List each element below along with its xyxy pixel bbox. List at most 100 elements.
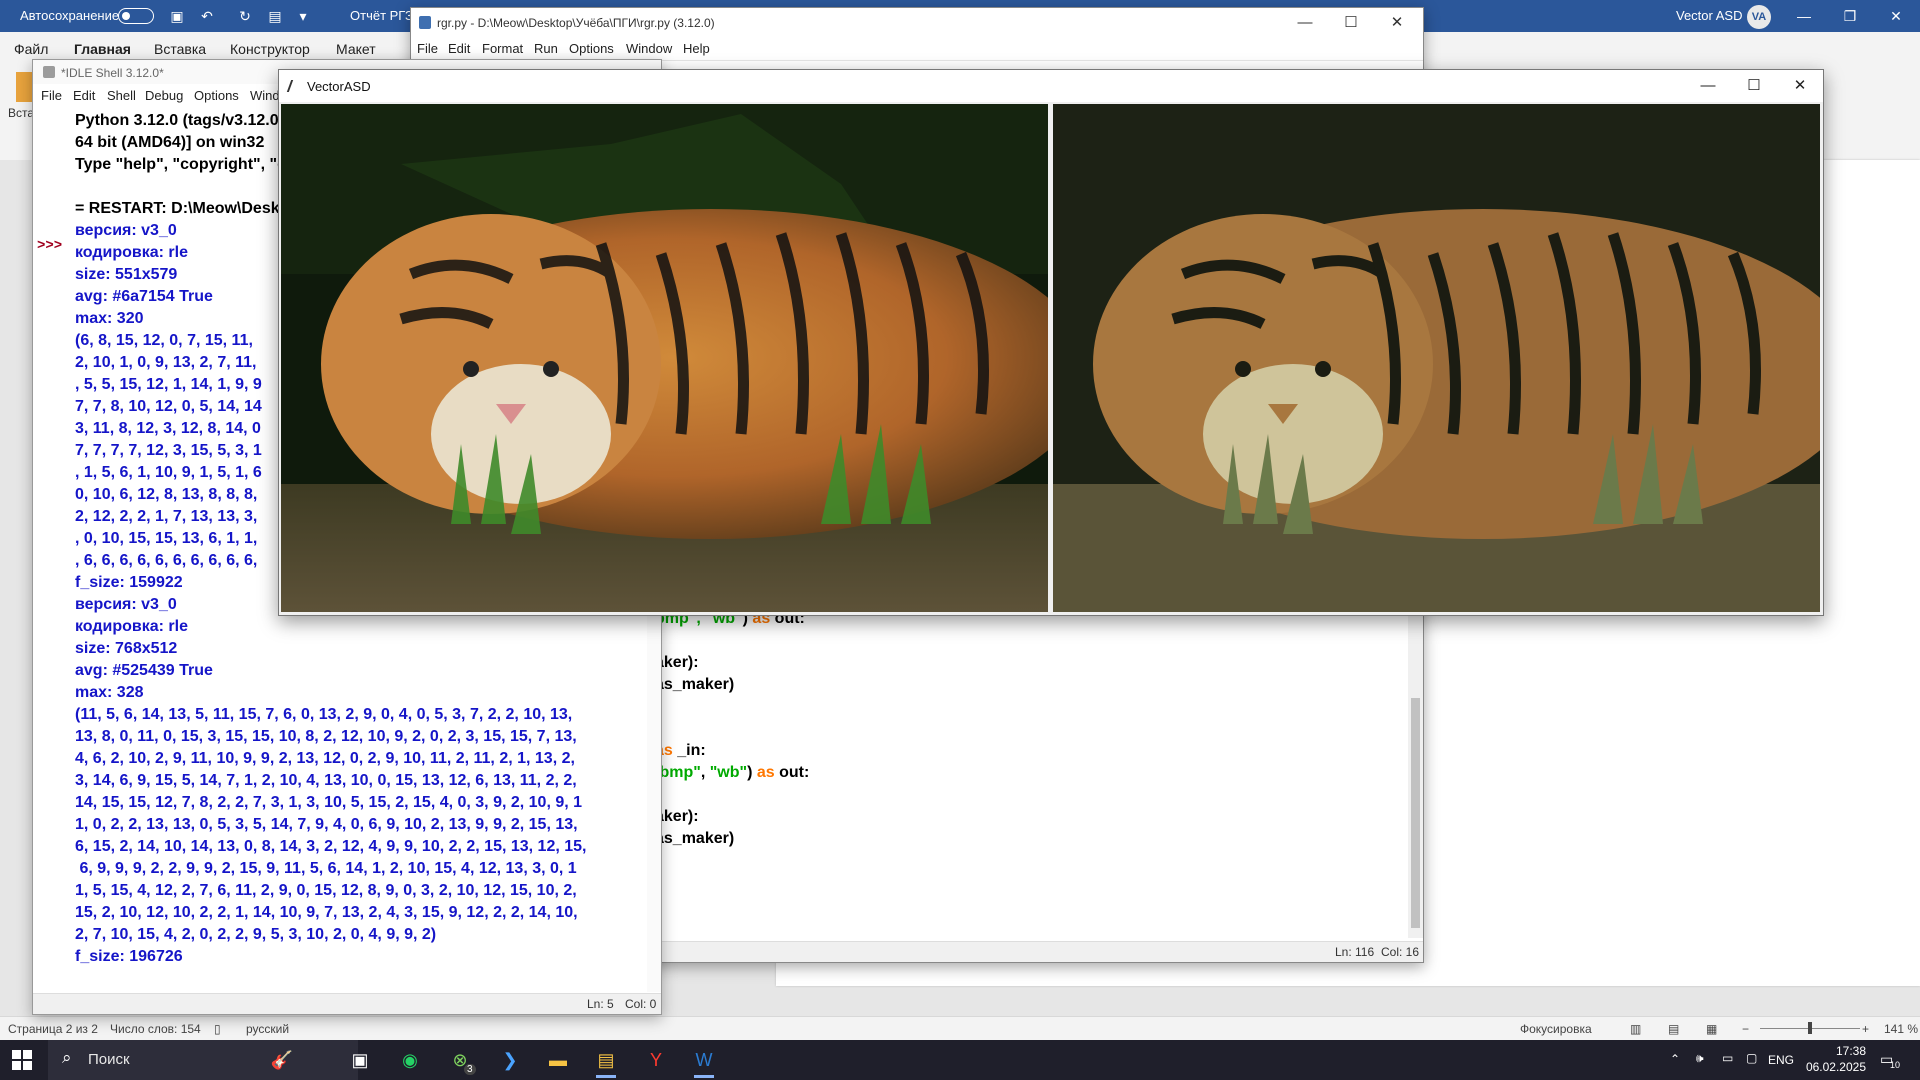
volume-icon[interactable]: 🕪 — [1696, 1051, 1704, 1066]
search-label: Поиск — [88, 1051, 130, 1068]
tab-file[interactable]: Файл — [14, 41, 48, 57]
web-layout-icon[interactable]: ▦ — [1706, 1022, 1717, 1036]
search-highlight-icon[interactable]: 🎸 — [262, 1044, 302, 1076]
zoom-slider-thumb[interactable] — [1808, 1022, 1812, 1034]
save-icon[interactable]: ▣ — [168, 7, 186, 25]
menu-edit[interactable]: Edit — [448, 41, 470, 56]
code-line: as_maker) — [655, 830, 735, 847]
zoom-in-icon[interactable]: + — [1862, 1022, 1869, 1036]
notification-count: 10 — [1890, 1060, 1901, 1070]
proofing-icon[interactable]: ▯ — [214, 1022, 221, 1036]
editor-titlebar: rgr.py - D:\Meow\Desktop\Учёба\ПГИ\rgr.p… — [411, 8, 1423, 38]
print-layout-icon[interactable]: ▤ — [1668, 1022, 1679, 1036]
page-counter[interactable]: Страница 2 из 2 — [8, 1022, 98, 1036]
idle-icon — [43, 66, 55, 78]
language-indicator[interactable]: ENG — [1768, 1053, 1794, 1067]
menu-format[interactable]: Format — [482, 41, 523, 56]
tray-chevron-icon[interactable]: ⌃ — [1670, 1052, 1680, 1066]
viewer-titlebar: VectorASD — ☐ ✕ — [279, 70, 1823, 102]
powershell-icon[interactable]: ❯ — [490, 1044, 530, 1076]
menu-debug[interactable]: Debug — [145, 88, 183, 103]
start-button[interactable] — [12, 1050, 32, 1070]
file-explorer-icon[interactable]: ▬ — [538, 1044, 578, 1076]
menu-options[interactable]: Options — [569, 41, 614, 56]
language-indicator[interactable]: русский — [246, 1022, 289, 1036]
avatar[interactable]: VA — [1747, 5, 1771, 29]
feather-icon — [286, 80, 300, 92]
menu-file[interactable]: File — [41, 88, 62, 103]
editor-title: rgr.py - D:\Meow\Desktop\Учёба\ПГИ\rgr.p… — [437, 16, 715, 30]
undo-icon[interactable]: ↶ — [198, 7, 216, 25]
shell-output-line: 15, 2, 10, 12, 10, 2, 2, 1, 14, 10, 9, 7… — [75, 904, 578, 921]
tab-insert[interactable]: Вставка — [154, 41, 206, 57]
restore-button[interactable]: ❐ — [1830, 6, 1870, 26]
minimize-button[interactable]: — — [1784, 6, 1824, 26]
redo-icon[interactable]: ↻ — [236, 7, 254, 25]
word-count[interactable]: Число слов: 154 — [110, 1022, 201, 1036]
code-line: as_maker) — [655, 676, 735, 693]
column-number: Col: 16 — [1381, 945, 1420, 959]
shell-output-line: 1, 0, 2, 2, 13, 13, 0, 5, 3, 5, 14, 7, 9… — [75, 816, 578, 833]
editor-menubar: File Edit Format Run Options Window Help — [411, 38, 1423, 61]
menu-file[interactable]: File — [417, 41, 438, 56]
python-idle-icon[interactable]: ▤ — [586, 1044, 626, 1078]
task-view-icon[interactable]: ▣ — [340, 1044, 380, 1076]
tab-design[interactable]: Конструктор — [230, 41, 310, 57]
viewer-title: VectorASD — [307, 79, 371, 94]
yandex-browser-icon[interactable]: Y — [636, 1044, 676, 1076]
shell-output-line: 3, 14, 6, 9, 15, 5, 14, 7, 1, 2, 10, 4, … — [75, 772, 577, 789]
editor-scrollbar[interactable] — [1408, 588, 1423, 938]
menu-window[interactable]: Window — [626, 41, 672, 56]
clock-time: 17:38 — [1835, 1044, 1866, 1058]
shell-gutter: >>> — [33, 106, 69, 992]
document-title: Отчёт РГЗ — [350, 8, 413, 23]
menu-run[interactable]: Run — [534, 41, 558, 56]
shell-title: *IDLE Shell 3.12.0* — [61, 66, 164, 80]
shell-output-line: 14, 15, 15, 12, 7, 8, 2, 2, 7, 3, 1, 3, … — [75, 794, 583, 811]
customize-dropdown-icon[interactable]: ▾ — [294, 7, 312, 25]
column-number: Col: 0 — [625, 997, 657, 1011]
menu-options[interactable]: Options — [194, 88, 239, 103]
shell-statusbar: Ln: 5 Col: 0 — [33, 993, 661, 1014]
tab-layout[interactable]: Макет — [336, 41, 376, 57]
line-number: Ln: 5 — [587, 997, 614, 1011]
menu-help[interactable]: Help — [683, 41, 710, 56]
display-icon[interactable]: ▢ — [1746, 1051, 1757, 1065]
close-button[interactable]: ✕ — [1375, 12, 1419, 34]
tab-home[interactable]: Главная — [74, 41, 131, 57]
menu-shell[interactable]: Shell — [107, 88, 136, 103]
user-name[interactable]: Vector ASD — [1676, 8, 1742, 23]
quantized-tiger-image — [1053, 104, 1820, 612]
menu-edit[interactable]: Edit — [73, 88, 95, 103]
shell-output-line: кодировка: rle — [75, 618, 188, 635]
original-tiger-image — [281, 104, 1048, 612]
taskbar-search[interactable]: ⌕ Поиск — [48, 1040, 358, 1080]
clock-date: 06.02.2025 — [1805, 1060, 1866, 1074]
minimize-button[interactable]: — — [1685, 74, 1731, 98]
paste-label[interactable]: Вста — [8, 106, 34, 120]
close-button[interactable]: ✕ — [1777, 74, 1823, 98]
scrollbar-thumb[interactable] — [1411, 698, 1420, 928]
viewer-canvas[interactable] — [279, 102, 1823, 615]
xbox-badge: 3 — [464, 1064, 476, 1075]
network-icon[interactable]: ▭ — [1722, 1051, 1733, 1065]
shell-output-line: f_size: 196726 — [75, 948, 183, 965]
shell-output-line: 6, 9, 9, 9, 2, 2, 9, 9, 2, 15, 9, 11, 5,… — [75, 860, 577, 877]
maximize-button[interactable]: ☐ — [1731, 74, 1777, 98]
search-icon: ⌕ — [62, 1048, 72, 1067]
minimize-button[interactable]: — — [1283, 12, 1327, 34]
maximize-button[interactable]: ☐ — [1329, 12, 1373, 34]
clock[interactable]: 17:38 06.02.2025 — [1796, 1043, 1866, 1075]
read-mode-icon[interactable]: ▥ — [1630, 1022, 1641, 1036]
shell-prompt: >>> — [37, 238, 63, 254]
word-icon[interactable]: W — [684, 1044, 724, 1078]
close-button[interactable]: ✕ — [1876, 6, 1916, 26]
autosave-label: Автосохранение — [20, 8, 120, 23]
quick-access-icon[interactable]: ▤ — [266, 7, 284, 25]
focus-mode[interactable]: Фокусировка — [1520, 1022, 1592, 1036]
whatsapp-icon[interactable]: ◉ — [390, 1044, 430, 1076]
zoom-level[interactable]: 141 % — [1884, 1022, 1918, 1036]
autosave-toggle[interactable] — [118, 8, 154, 24]
zoom-out-icon[interactable]: − — [1742, 1022, 1749, 1036]
menu-window[interactable]: Wind — [250, 88, 280, 103]
